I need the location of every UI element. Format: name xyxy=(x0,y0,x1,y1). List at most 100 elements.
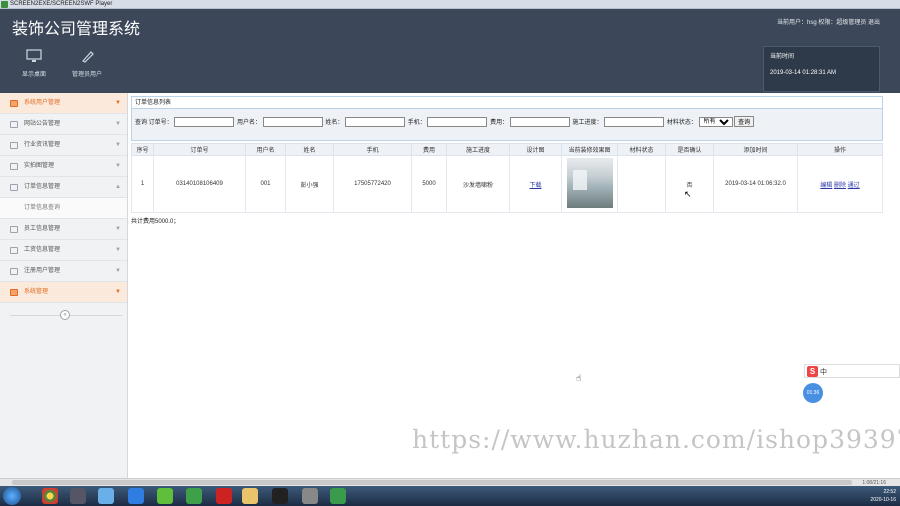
app-icon-4[interactable] xyxy=(157,488,173,504)
cell-time: 2019-03-14 01:06:32.0 xyxy=(713,155,798,213)
table-header-row: 序号 订单号 用户名 姓名 手机 费用 施工进度 设计图 当前装修效果图 材料状… xyxy=(131,143,883,156)
staff-icon xyxy=(10,226,18,233)
app-icon-3[interactable] xyxy=(128,488,144,504)
cell-design: 下载 xyxy=(509,155,562,213)
cell-effect-image xyxy=(561,155,618,213)
ime-toolbar[interactable]: S 中 xyxy=(804,364,900,378)
ime-mode: 中 xyxy=(820,369,827,376)
col-header: 设计图 xyxy=(509,143,562,156)
sidebar-item-salary[interactable]: 工资信息管理 ▼ xyxy=(0,240,127,261)
chevron-down-icon: ▼ xyxy=(115,163,121,169)
fee-label: 费用： xyxy=(490,120,509,126)
chevron-up-icon: ▲ xyxy=(115,184,121,190)
system-clock[interactable]: 22:52 2020-10-16 xyxy=(870,488,896,504)
scrollbar-thumb[interactable] xyxy=(12,480,852,485)
app-icon-2[interactable] xyxy=(98,488,114,504)
chevron-down-icon: ▼ xyxy=(115,100,121,106)
sidebar-item-news[interactable]: 行业资讯管理 ▼ xyxy=(0,135,127,156)
name-label: 姓名： xyxy=(325,120,344,126)
start-button[interactable] xyxy=(3,487,21,505)
app-header: 装饰公司管理系统 当前用户：hsg 权限：超级管理员 退出 显示桌面 管理员用户… xyxy=(0,9,900,93)
sogou-icon: S xyxy=(807,366,818,377)
user-info[interactable]: 当前用户：hsg 权限：超级管理员 退出 xyxy=(777,17,880,26)
cell-fee: 5000 xyxy=(411,155,447,213)
player-scrollbar[interactable]: 1:08/21:16 xyxy=(0,478,900,486)
screen2exe-icon[interactable] xyxy=(330,488,346,504)
order-icon xyxy=(10,184,18,191)
nav-show-desktop[interactable]: 显示桌面 xyxy=(9,49,59,78)
tray-date: 2020-10-16 xyxy=(870,497,896,503)
cell-order-no: 03140108106409 xyxy=(153,155,246,213)
sidebar-item-label: 系统管理 xyxy=(24,289,49,295)
sidebar-item-system-users[interactable]: 系统用户管理 ▼ xyxy=(0,93,127,114)
col-header: 用户名 xyxy=(245,143,286,156)
window-titlebar: SCREEN2EXE/SCREEN2SWF Player xyxy=(0,0,900,9)
notice-icon xyxy=(10,121,18,128)
flash-icon[interactable] xyxy=(216,488,232,504)
username-input[interactable] xyxy=(262,116,323,127)
edit-link[interactable]: 编辑 xyxy=(820,183,832,189)
progress-input[interactable] xyxy=(604,116,665,127)
sidebar-item-system-admin[interactable]: 系统管理 ▼ xyxy=(0,282,127,303)
col-header: 操作 xyxy=(797,143,883,156)
collapse-sidebar-button[interactable]: « xyxy=(60,310,70,320)
search-button[interactable]: 查询 xyxy=(734,116,755,127)
order-no-label: 查询 订单号： xyxy=(135,120,173,126)
sidebar-item-label: 员工信息管理 xyxy=(24,226,61,232)
phone-input[interactable] xyxy=(427,116,488,127)
folder-icon[interactable] xyxy=(242,488,258,504)
window-title: SCREEN2EXE/SCREEN2SWF Player xyxy=(10,1,113,7)
qq-icon[interactable] xyxy=(272,488,288,504)
phone-label: 手机： xyxy=(407,120,426,126)
app-icon-1[interactable] xyxy=(70,488,86,504)
news-icon xyxy=(10,142,18,149)
name-input[interactable] xyxy=(345,116,406,127)
cell-username: 001 xyxy=(245,155,286,213)
filter-bar: 查询 订单号： 用户名： 姓名： 手机： 费用： 施工进度： 材料状态： 所有 … xyxy=(131,109,883,141)
settings-icon xyxy=(10,289,18,296)
monitor-icon xyxy=(26,49,42,62)
clock-panel: 当前时间 2019-03-14 01:28:31 AM xyxy=(763,46,880,92)
col-header: 姓名 xyxy=(285,143,334,156)
cell-confirm: 否 xyxy=(665,155,714,213)
approve-link[interactable]: 通过 xyxy=(848,183,860,189)
sidebar-item-orders[interactable]: 订单信息管理 ▲ xyxy=(0,177,127,198)
chevron-down-icon: ▼ xyxy=(115,142,121,148)
tray-time: 22:52 xyxy=(883,489,896,495)
mouse-cursor-icon: ↖ xyxy=(684,189,692,199)
nav-admin-user[interactable]: 管理员用户 xyxy=(62,49,112,78)
sidebar-item-label: 工资信息管理 xyxy=(24,247,61,253)
chrome-icon[interactable] xyxy=(42,488,58,504)
sidebar-divider: « xyxy=(10,310,122,320)
sidebar-item-label: 实拍图管理 xyxy=(24,163,55,169)
salary-icon xyxy=(10,247,18,254)
sidebar-item-notices[interactable]: 网站公告管理 ▼ xyxy=(0,114,127,135)
sidebar-subitem-order-query[interactable]: 订单信息查询 xyxy=(0,198,127,219)
download-design-link[interactable]: 下载 xyxy=(529,183,541,189)
order-no-input[interactable] xyxy=(174,116,235,127)
progress-label: 施工进度： xyxy=(572,120,603,126)
timer-bubble[interactable]: 01:36 xyxy=(803,383,823,403)
watermark-text: https://www.huzhan.com/ishop39397 xyxy=(412,425,900,454)
fee-input[interactable] xyxy=(509,116,570,127)
orders-table: 序号 订单号 用户名 姓名 手机 费用 施工进度 设计图 当前装修效果图 材料状… xyxy=(131,143,883,213)
col-header: 添加时间 xyxy=(713,143,798,156)
chevron-down-icon: ▼ xyxy=(115,247,121,253)
app-icon-6[interactable] xyxy=(302,488,318,504)
nav-show-desktop-label: 显示桌面 xyxy=(21,72,46,78)
material-status-select[interactable]: 所有 xyxy=(698,116,733,127)
delete-link[interactable]: 删除 xyxy=(834,183,846,189)
app-icon-5[interactable] xyxy=(186,488,202,504)
chevron-down-icon: ▼ xyxy=(115,121,121,127)
sidebar-item-registered-users[interactable]: 注册用户管理 ▼ xyxy=(0,261,127,282)
col-header: 施工进度 xyxy=(446,143,510,156)
app-icon xyxy=(1,1,8,8)
effect-image-thumbnail[interactable] xyxy=(566,158,613,208)
sidebar-item-photos[interactable]: 实拍图管理 ▼ xyxy=(0,156,127,177)
windows-taskbar: 22:52 2020-10-16 xyxy=(0,486,900,506)
username-label: 用户名： xyxy=(237,120,262,126)
sidebar-item-label: 行业资讯管理 xyxy=(24,142,61,148)
sidebar-item-label: 订单信息管理 xyxy=(24,184,61,190)
sidebar-item-staff[interactable]: 员工信息管理 ▼ xyxy=(0,219,127,240)
col-header: 订单号 xyxy=(153,143,246,156)
